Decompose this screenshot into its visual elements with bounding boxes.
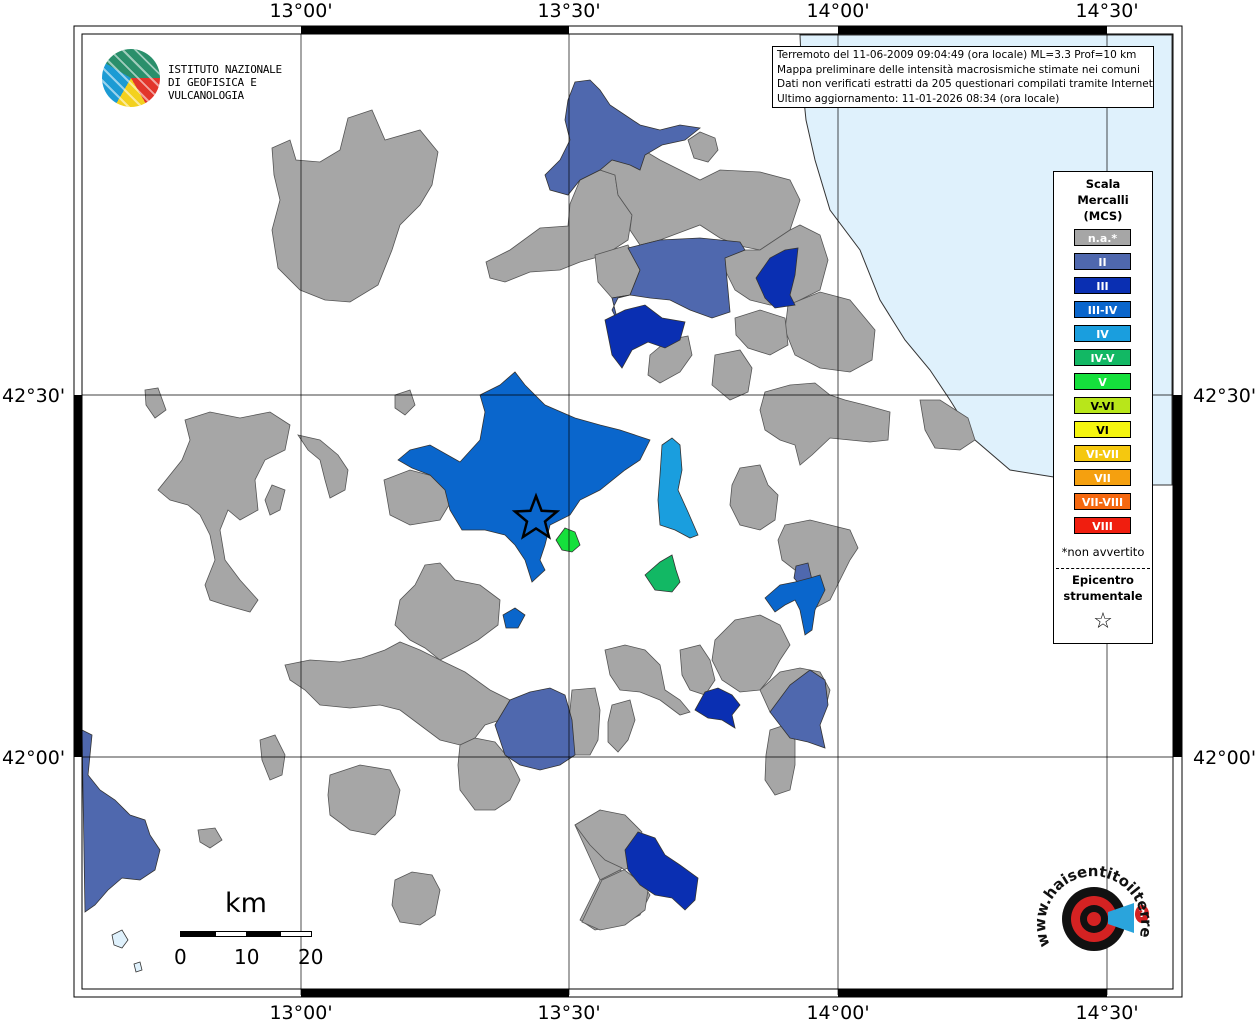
- area-na: [784, 291, 876, 373]
- svg-text:www.haisentitoilterremoto.it: www.haisentitoilterremoto.it: [1032, 845, 1152, 949]
- legend-swatch: V: [1074, 373, 1131, 390]
- logo-url: www.haisentitoilterremoto.it: [1032, 845, 1152, 949]
- legend-divider: [1056, 568, 1150, 569]
- lon-label-top: 13°00': [269, 0, 333, 22]
- haisentito-logo: ? www.haisentitoilterremoto.it: [1032, 845, 1152, 973]
- ingv-name: ISTITUTO NAZIONALE DI GEOFISICA E VULCAN…: [168, 63, 320, 102]
- legend-swatch: II: [1074, 253, 1131, 270]
- info-line: Mappa preliminare delle intensità macros…: [777, 63, 1140, 76]
- area-na: [264, 484, 286, 516]
- scale-bar: km 0 10 20: [170, 888, 330, 969]
- legend-title: Scala Mercalli (MCS): [1054, 176, 1152, 224]
- lakes: [111, 929, 143, 973]
- lon-label-top: 14°30': [1075, 0, 1139, 22]
- area-IV-V: [644, 554, 681, 593]
- legend-title-line: Mercalli: [1077, 193, 1129, 207]
- area-na: [327, 764, 401, 836]
- area-na: [197, 827, 223, 849]
- info-line: Ultimo aggiornamento: 11-01-2026 08:34 (…: [777, 92, 1060, 105]
- area-na: [271, 109, 439, 303]
- area-na: [297, 434, 349, 499]
- legend-swatch: VI-VII: [1074, 445, 1131, 462]
- lat-label-left: 42°30': [2, 385, 66, 407]
- lon-label-bottom: 14°30': [1075, 1002, 1139, 1024]
- scale-tick: 20: [298, 945, 324, 969]
- scale-segment: [247, 931, 280, 937]
- area-na: [711, 349, 753, 401]
- area-na: [391, 871, 441, 926]
- legend-epicentre-line: Epicentro: [1072, 573, 1134, 587]
- area-na: [284, 641, 511, 746]
- scale-unit: km: [225, 888, 267, 919]
- legend-note: *non avvertito: [1061, 545, 1145, 559]
- legend-swatch: n.a.*: [1074, 229, 1131, 246]
- area-na: [729, 464, 779, 531]
- star-icon: ☆: [1093, 609, 1113, 634]
- legend-swatch: VIII: [1074, 517, 1131, 534]
- lon-label-bottom: 13°30': [537, 1002, 601, 1024]
- lon-label-top: 14°00': [806, 0, 870, 22]
- scale-segment: [180, 931, 215, 937]
- area-na: [259, 734, 286, 781]
- lake: [111, 929, 129, 949]
- legend-epicentre-line: strumentale: [1063, 589, 1143, 603]
- legend-epicentre: Epicentro strumentale: [1054, 572, 1152, 604]
- legend-swatch: VII-VIII: [1074, 493, 1131, 510]
- legend-title-line: Scala: [1085, 177, 1121, 191]
- lat-label-right: 42°00': [1193, 747, 1255, 769]
- scale-segment: [215, 931, 247, 937]
- area-na: [679, 644, 716, 696]
- legend-swatch: IV: [1074, 325, 1131, 342]
- ingv-name-line: ISTITUTO NAZIONALE: [168, 63, 282, 76]
- lon-label-bottom: 14°00': [806, 1002, 870, 1024]
- municipalities-intensity-V: [555, 527, 581, 553]
- lat-label-left: 42°00': [2, 747, 66, 769]
- area-IV: [657, 437, 699, 539]
- area-na: [734, 309, 789, 356]
- logo-text: www.haisentitoilterremoto.it: [1032, 845, 1152, 949]
- legend-swatch: VII: [1074, 469, 1131, 486]
- legend-swatch: V-VI: [1074, 397, 1131, 414]
- legend-swatch: III-IV: [1074, 301, 1131, 318]
- municipalities-intensity-IV-V: [644, 554, 681, 593]
- lon-label-bottom: 13°00': [269, 1002, 333, 1024]
- area-V: [555, 527, 581, 553]
- legend-swatch: III: [1074, 277, 1131, 294]
- area-III-IV: [397, 371, 651, 583]
- legend-swatch: VI: [1074, 421, 1131, 438]
- lake: [133, 961, 143, 973]
- area-na: [687, 131, 719, 163]
- event-info-box: Terremoto del 11-06-2009 09:04:49 (ora l…: [772, 46, 1154, 108]
- area-III-IV: [502, 607, 526, 629]
- area-na: [607, 699, 636, 753]
- ingv-logo: ISTITUTO NAZIONALE DI GEOFISICA E VULCAN…: [100, 47, 320, 109]
- ingv-name-line: DI GEOFISICA E VULCANOLOGIA: [168, 76, 257, 102]
- area-na: [144, 387, 167, 419]
- area-na: [394, 389, 416, 416]
- municipalities-intensity-IV: [657, 437, 699, 539]
- scale-tick: 0: [174, 945, 187, 969]
- info-line: Dati non verificati estratti da 205 ques…: [777, 78, 1154, 90]
- legend: Scala Mercalli (MCS) n.a.* II III III-IV IV I…: [1053, 171, 1153, 644]
- lat-label-right: 42°30': [1193, 385, 1255, 407]
- legend-swatch: IV-V: [1074, 349, 1131, 366]
- area-na: [394, 562, 501, 661]
- globe-icon: [102, 49, 160, 107]
- scale-segment: [280, 931, 312, 937]
- lon-label-top: 13°30': [537, 0, 601, 22]
- info-line: Terremoto del 11-06-2009 09:04:49 (ora l…: [777, 49, 1137, 61]
- scale-tick: 10: [234, 945, 260, 969]
- legend-title-line: (MCS): [1083, 209, 1123, 223]
